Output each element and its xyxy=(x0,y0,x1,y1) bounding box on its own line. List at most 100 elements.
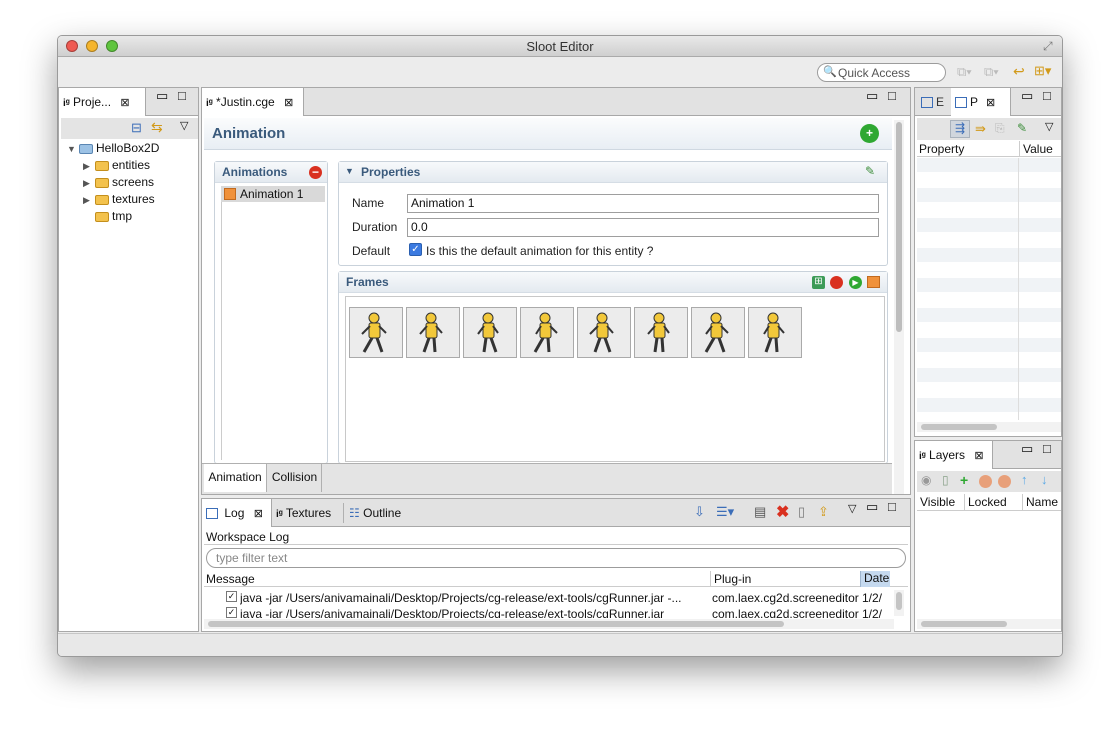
filter-advanced-icon[interactable]: ⇛ xyxy=(975,121,986,137)
name-field[interactable]: Animation 1 xyxy=(407,194,879,213)
table-row[interactable]: ✓ java -jar /Users/anivamainali/Desktop/… xyxy=(204,590,890,606)
back-arrow-icon[interactable]: ↩ xyxy=(1013,63,1025,80)
scrollbar-thumb[interactable] xyxy=(896,592,902,610)
expanded-icon[interactable]: ▼ xyxy=(67,144,79,154)
remove-animation-icon[interactable]: − xyxy=(309,166,322,179)
tab-collision[interactable]: Collision xyxy=(268,464,322,492)
view-menu-icon[interactable]: ▽ xyxy=(848,502,856,515)
remove-layer-icon[interactable] xyxy=(979,475,992,488)
scrollbar-thumb[interactable] xyxy=(921,424,997,430)
log-vertical-scrollbar[interactable] xyxy=(894,590,904,616)
tab-project-explorer[interactable]: iᵍ Proje... ⊠ xyxy=(59,88,146,116)
close-window-button[interactable] xyxy=(66,40,78,52)
delete-log-icon[interactable]: ✖ xyxy=(776,502,789,522)
export-log-icon[interactable]: ⇩ xyxy=(694,504,705,520)
tab-layers[interactable]: iᵍ Layers ⊠ xyxy=(915,441,993,469)
column-name[interactable]: Name xyxy=(1026,495,1058,509)
frame-thumbnail[interactable] xyxy=(691,307,745,358)
row-checkbox[interactable]: ✓ xyxy=(226,607,237,618)
maximize-icon[interactable]: □ xyxy=(888,88,896,103)
column-plugin[interactable]: Plug-in xyxy=(714,572,751,586)
minimize-icon[interactable]: ▭ xyxy=(1021,441,1033,457)
link-editor-icon[interactable]: ⇆ xyxy=(151,119,163,136)
add-layer-icon[interactable]: + xyxy=(960,472,968,488)
tab-textures[interactable]: iᵍ Textures xyxy=(276,499,331,527)
close-tab-icon[interactable]: ⊠ xyxy=(986,97,995,109)
add-frames-icon[interactable]: ⊞ xyxy=(812,276,825,289)
quick-access-field[interactable]: 🔍 Quick Access xyxy=(817,63,946,82)
tab-outline[interactable]: ☷ Outline xyxy=(349,499,401,527)
section-expanded-icon[interactable]: ▼ xyxy=(345,166,354,176)
collapsed-icon[interactable]: ▶ xyxy=(83,195,95,206)
table-row[interactable]: ✓ java -jar /Users/anivamainali/Desktop/… xyxy=(204,606,890,618)
pin-icon[interactable]: ✎ xyxy=(1017,121,1027,135)
open-log-icon[interactable]: ▯ xyxy=(798,504,805,520)
close-tab-icon[interactable]: ⊠ xyxy=(254,508,263,520)
frame-thumbnail[interactable] xyxy=(577,307,631,358)
maximize-icon[interactable]: □ xyxy=(1043,441,1051,456)
edit-properties-icon[interactable]: ✎ xyxy=(865,164,875,178)
maximize-icon[interactable]: □ xyxy=(1043,88,1051,103)
tree-root[interactable]: ▼ HelloBox2D xyxy=(67,141,159,158)
tab-p[interactable]: P ⊠ xyxy=(951,88,1011,116)
column-message[interactable]: Message xyxy=(206,572,255,586)
fullscreen-icon[interactable]: ⤢ xyxy=(1043,39,1053,54)
move-up-icon[interactable]: ↑ xyxy=(1021,472,1028,487)
maximize-icon[interactable]: □ xyxy=(178,88,186,103)
column-date[interactable]: Date xyxy=(860,571,890,587)
frame-thumbnail[interactable] xyxy=(463,307,517,358)
tab-animation[interactable]: Animation xyxy=(204,464,267,492)
categories-icon[interactable]: ⇶ xyxy=(950,120,970,138)
row-checkbox[interactable]: ✓ xyxy=(226,591,237,602)
perspective-2-icon[interactable]: ⧉▾ xyxy=(984,64,999,80)
add-animation-icon[interactable]: + xyxy=(860,124,879,143)
view-menu-icon[interactable]: ▽ xyxy=(180,119,188,132)
zoom-window-button[interactable] xyxy=(106,40,118,52)
column-property[interactable]: Property xyxy=(919,142,964,156)
frame-thumbnail[interactable] xyxy=(634,307,688,358)
play-animation-icon[interactable]: ▶ xyxy=(849,276,862,289)
default-checkbox[interactable]: ✓ xyxy=(409,243,422,256)
list-item[interactable]: Animation 1 xyxy=(221,186,325,202)
log-filter-input[interactable]: type filter text xyxy=(206,548,906,568)
clear-log-icon[interactable]: ▤ xyxy=(754,504,766,520)
minimize-icon[interactable]: ▭ xyxy=(156,88,168,104)
new-window-icon[interactable]: ⊞▾ xyxy=(1034,63,1051,79)
view-menu-icon[interactable]: ▽ xyxy=(1045,120,1053,133)
tab-justin-cge[interactable]: iᵍ *Justin.cge ⊠ xyxy=(202,88,304,116)
minimize-window-button[interactable] xyxy=(86,40,98,52)
horizontal-scrollbar[interactable] xyxy=(917,619,1061,629)
minimize-icon[interactable]: ▭ xyxy=(866,88,878,104)
close-tab-icon[interactable]: ⊠ xyxy=(974,450,983,462)
frame-thumbnail[interactable] xyxy=(520,307,574,358)
frame-thumbnail[interactable] xyxy=(349,307,403,358)
close-tab-icon[interactable]: ⊠ xyxy=(120,97,129,109)
collapse-all-icon[interactable]: ⊟ xyxy=(131,120,142,136)
editor-scrollbar[interactable] xyxy=(894,120,904,494)
delete-layer-icon[interactable] xyxy=(998,475,1011,488)
minimize-icon[interactable]: ▭ xyxy=(1021,88,1033,104)
move-down-icon[interactable]: ↓ xyxy=(1041,472,1048,487)
tree-item[interactable]: ▶ entities xyxy=(67,158,159,175)
tree-item[interactable]: tmp xyxy=(67,209,159,226)
restore-log-icon[interactable]: ⇪ xyxy=(818,504,829,520)
scrollbar-thumb[interactable] xyxy=(921,621,1007,627)
perspective-icon[interactable]: ⧉▾ xyxy=(957,64,972,80)
scrollbar-thumb[interactable] xyxy=(208,621,784,627)
frame-thumbnail[interactable] xyxy=(748,307,802,358)
lock-icon[interactable]: ▯ xyxy=(942,473,949,487)
duration-field[interactable]: 0.0 xyxy=(407,218,879,237)
collapsed-icon[interactable]: ▶ xyxy=(83,178,95,189)
import-log-icon[interactable]: ☰▾ xyxy=(716,504,734,520)
column-visible[interactable]: Visible xyxy=(920,495,955,509)
copy-icon[interactable]: ⎘ xyxy=(995,121,1005,136)
visibility-eye-icon[interactable]: ◉ xyxy=(921,473,931,487)
minimize-icon[interactable]: ▭ xyxy=(866,499,878,515)
column-locked[interactable]: Locked xyxy=(968,495,1007,509)
tree-item[interactable]: ▶ textures xyxy=(67,192,159,209)
maximize-icon[interactable]: □ xyxy=(888,499,896,514)
collapsed-icon[interactable]: ▶ xyxy=(83,161,95,172)
tree-item[interactable]: ▶ screens xyxy=(67,175,159,192)
frame-settings-icon[interactable] xyxy=(867,276,880,288)
properties-header[interactable]: ▼ Properties ✎ xyxy=(339,162,887,183)
